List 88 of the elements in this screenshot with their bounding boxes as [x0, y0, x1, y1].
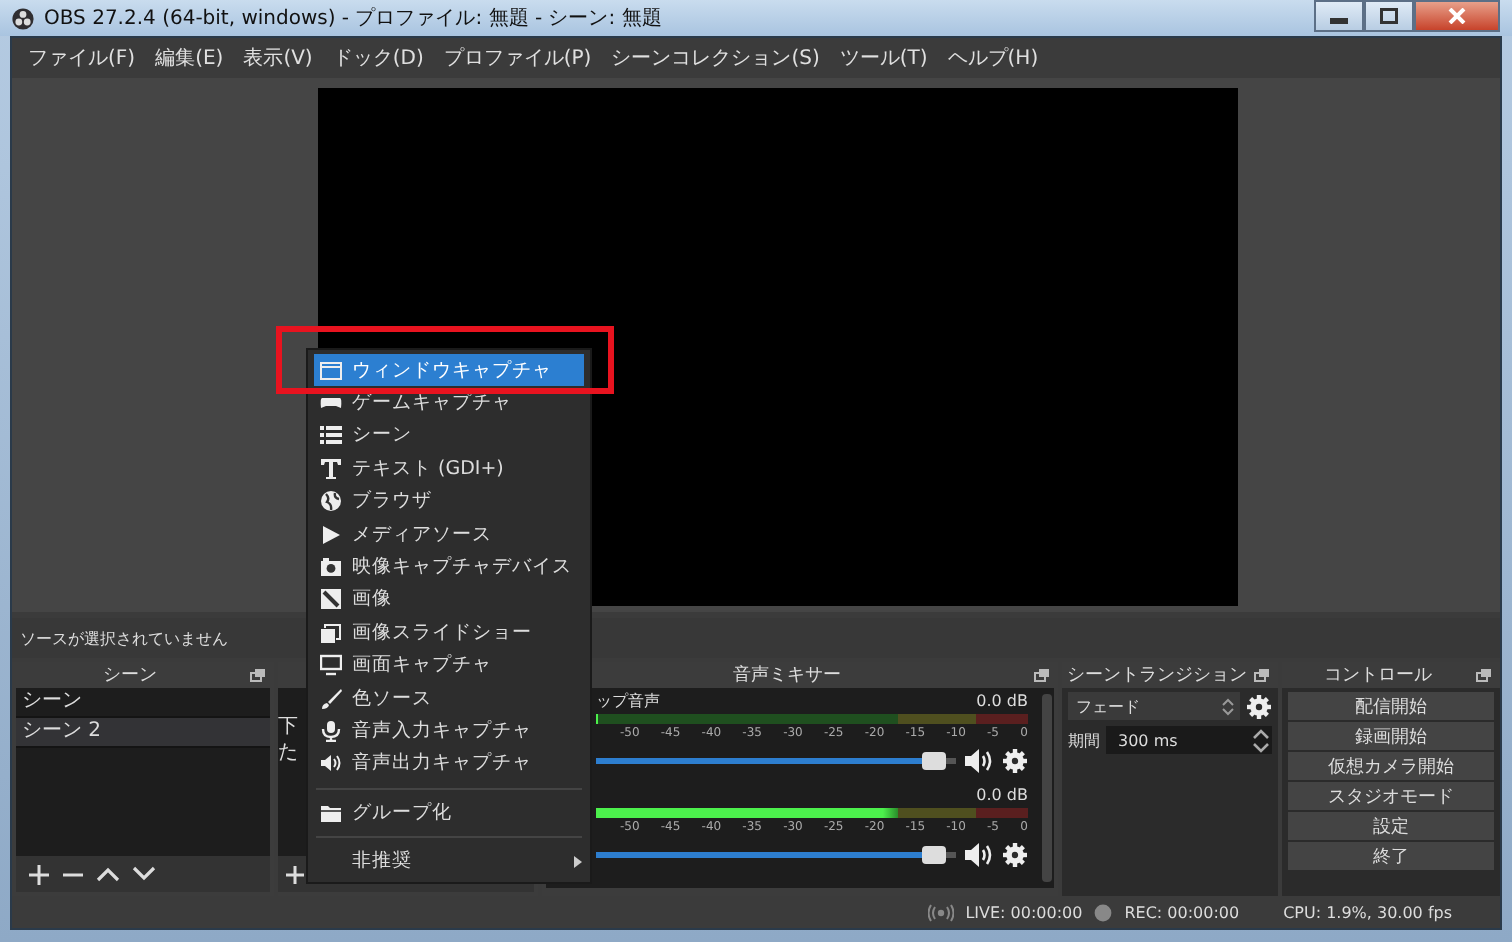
control-button[interactable]: 設定 [1288, 812, 1494, 840]
settings-icon[interactable] [1246, 693, 1272, 719]
slider-thumb[interactable] [921, 845, 946, 863]
live-time: LIVE: 00:00:00 [965, 903, 1083, 921]
menu-item[interactable]: シーンコレクション(S) [601, 44, 830, 72]
settings-icon[interactable] [1002, 747, 1028, 773]
cpu-fps: CPU: 1.9%, 30.00 fps [1283, 903, 1452, 921]
empty-list-hint: 下 [278, 714, 298, 740]
settings-icon[interactable] [1002, 841, 1028, 867]
menu-item[interactable]: グループ化 [308, 796, 590, 829]
menu-item[interactable]: 画面キャプチャ [308, 649, 590, 682]
brush-icon [320, 687, 342, 710]
menu-item[interactable]: 色ソース [308, 681, 590, 715]
globe-icon [320, 490, 342, 513]
no-source-selected-text: ソースが選択されていません [20, 627, 228, 649]
menu-item[interactable]: ヘルプ(H) [937, 44, 1049, 72]
rec-time: REC: 00:00:00 [1124, 903, 1240, 921]
move-down-icon[interactable] [132, 866, 156, 882]
menu-item[interactable]: 編集(E) [145, 44, 234, 72]
menu-item[interactable]: ゲームキャプチャ [308, 386, 590, 420]
window-icon [320, 359, 342, 382]
scene-item[interactable]: シーン 2 [16, 718, 270, 748]
control-button[interactable]: 仮想カメラ開始 [1288, 752, 1494, 780]
menu-item[interactable]: 画像 [308, 583, 590, 617]
duration-spinbox[interactable]: 300 ms [1106, 726, 1272, 754]
transition-dropdown[interactable]: フェード [1068, 692, 1240, 720]
control-button[interactable]: 配信開始 [1288, 692, 1494, 720]
menu-item[interactable]: テキスト (GDI+) [308, 452, 590, 486]
menu-item[interactable]: 画像スライドショー [308, 616, 590, 650]
menu-item[interactable]: ドック(D) [322, 44, 434, 72]
play-icon [320, 523, 342, 546]
scene-item[interactable]: シーン [16, 688, 270, 718]
folder-icon [320, 801, 342, 824]
dock-title: 音声ミキサー [733, 663, 841, 688]
dock-title: シーン [103, 664, 157, 688]
menu-item[interactable]: 表示(V) [233, 44, 323, 72]
menu-item[interactable]: 映像キャプチャデバイス [308, 550, 590, 584]
float-dock-icon[interactable] [1034, 668, 1050, 682]
menu-item[interactable]: 音声入力キャプチャ [308, 714, 590, 748]
close-icon [1448, 8, 1466, 24]
chevron-icon [1222, 697, 1234, 715]
dock-title: シーントランジション [1067, 664, 1247, 688]
window-title: OBS 27.2.4 (64-bit, windows) - プロファイル: 無題 - シーン: 無題 [44, 5, 664, 32]
menu-item[interactable]: ファイル(F) [18, 44, 146, 72]
float-dock-icon[interactable] [1476, 668, 1492, 682]
float-dock-icon[interactable] [250, 668, 266, 682]
scrollbar[interactable] [1042, 694, 1052, 882]
move-up-icon[interactable] [96, 866, 120, 882]
speaker-icon[interactable] [964, 841, 994, 867]
channel-name: ップ音声 [596, 690, 660, 712]
control-button[interactable]: 録画開始 [1288, 722, 1494, 750]
volume-reading: 0.0 dB [976, 786, 1028, 804]
close-button[interactable] [1414, 0, 1500, 32]
dock-title: コントロール [1324, 664, 1432, 688]
app-logo-icon [12, 7, 34, 29]
menu-item[interactable]: ツール(T) [829, 44, 938, 72]
monitor-icon [320, 654, 342, 677]
speaker-icon[interactable] [964, 747, 994, 773]
microphone-icon [320, 719, 342, 742]
list-icon [320, 424, 342, 447]
slideshow-icon [320, 621, 342, 644]
camera-icon [320, 556, 342, 579]
control-button[interactable]: 終了 [1288, 842, 1494, 870]
menu-item[interactable]: プロファイル(P) [433, 44, 602, 72]
menu-item[interactable]: ウィンドウキャプチャ [314, 354, 584, 387]
broadcast-icon [927, 903, 954, 921]
add-icon[interactable] [28, 863, 50, 885]
volume-reading: 0.0 dB [976, 692, 1028, 710]
menu-item[interactable]: シーン [308, 419, 590, 453]
menu-item[interactable]: メディアソース [308, 517, 590, 551]
maximize-icon [1380, 8, 1398, 24]
image-icon [320, 588, 342, 611]
menu-item[interactable]: ブラウザ [308, 485, 590, 518]
submenu-arrow-icon [574, 855, 582, 868]
control-button[interactable]: スタジオモード [1288, 782, 1494, 810]
maximize-button[interactable] [1364, 0, 1414, 32]
minimize-button[interactable] [1314, 0, 1364, 32]
text-icon [320, 457, 342, 480]
add-icon[interactable] [286, 865, 304, 883]
empty-list-hint: た [278, 740, 298, 766]
speaker-icon [320, 752, 342, 775]
submenu-item[interactable]: 非推奨 [308, 844, 590, 878]
float-dock-icon[interactable] [1254, 668, 1270, 682]
menu-item[interactable]: 音声出力キャプチャ [308, 747, 590, 781]
duration-label: 期間 [1068, 729, 1100, 751]
record-dot-icon [1094, 903, 1113, 921]
spin-arrows-icon[interactable] [1252, 727, 1270, 753]
slider-thumb[interactable] [921, 751, 946, 769]
